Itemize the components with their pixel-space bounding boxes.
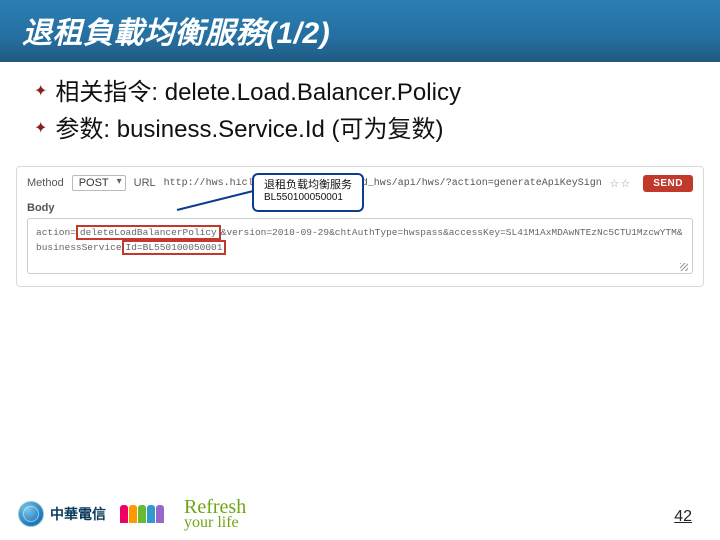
bullet-icon: ✦ bbox=[34, 113, 47, 145]
callout-line1: 退租负载均衡服务 bbox=[264, 179, 352, 193]
slide: 退租負載均衡服務(1/2) ✦ 相关指令: delete.Load.Balanc… bbox=[0, 0, 720, 540]
people-icon bbox=[120, 505, 164, 523]
body-text: &version=2010-09-29&chtAuthType=hwspass&… bbox=[221, 227, 683, 238]
bullet-text: 参数: business.Service.Id (可为复数) bbox=[55, 113, 443, 148]
favorite-icon[interactable]: ☆☆ bbox=[609, 177, 631, 190]
slogan: Refresh your life bbox=[184, 499, 246, 530]
page-number: 42 bbox=[674, 508, 692, 526]
globe-icon bbox=[18, 501, 44, 527]
highlight-id: Id=BL550100050001 bbox=[122, 240, 227, 255]
brand-text: 中華電信 bbox=[50, 504, 106, 524]
body-textarea[interactable]: action=deleteLoadBalancerPolicy&version=… bbox=[27, 218, 693, 275]
bullet-item: ✦ 参数: business.Service.Id (可为复数) bbox=[34, 113, 686, 148]
callout-box: 退租负载均衡服务 BL550100050001 bbox=[252, 173, 364, 212]
resize-handle-icon[interactable] bbox=[680, 263, 688, 271]
bullet-icon: ✦ bbox=[34, 76, 47, 108]
send-button[interactable]: SEND bbox=[643, 175, 693, 192]
url-label: URL bbox=[134, 177, 156, 189]
body-text: action= bbox=[36, 227, 76, 238]
request-row: Method POST URL http://hws.hicloud.hinet… bbox=[27, 175, 693, 192]
method-select[interactable]: POST bbox=[72, 175, 126, 191]
footer: 中華電信 Refresh your life 42 bbox=[0, 488, 720, 540]
bullet-item: ✦ 相关指令: delete.Load.Balancer.Policy bbox=[34, 76, 686, 111]
slogan-line2: your life bbox=[184, 516, 246, 530]
slide-title: 退租負載均衡服務(1/2) bbox=[0, 0, 720, 62]
method-label: Method bbox=[27, 177, 64, 189]
api-panel: Method POST URL http://hws.hicloud.hinet… bbox=[16, 166, 704, 288]
highlight-action: deleteLoadBalancerPolicy bbox=[76, 225, 221, 240]
bullet-text: 相关指令: delete.Load.Balancer.Policy bbox=[55, 76, 461, 111]
url-value: http://hws.hicloud.hinet.net/cloud_hws/a… bbox=[164, 178, 602, 189]
content-area: ✦ 相关指令: delete.Load.Balancer.Policy ✦ 参数… bbox=[0, 62, 720, 148]
body-text: businessService bbox=[36, 242, 122, 253]
brand-logo: 中華電信 Refresh your life bbox=[18, 499, 246, 530]
callout-line2: BL550100050001 bbox=[264, 192, 352, 205]
